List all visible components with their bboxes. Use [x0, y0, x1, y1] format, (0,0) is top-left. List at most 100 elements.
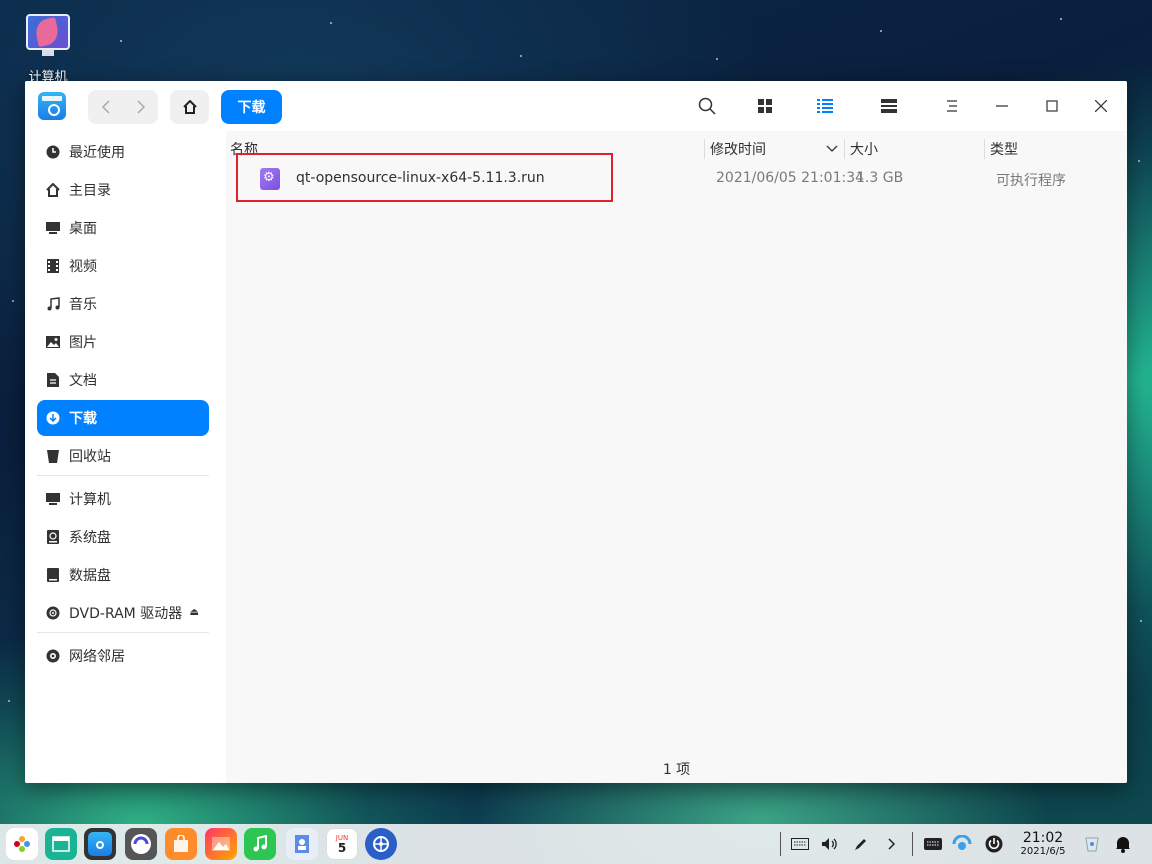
computer-icon [45, 491, 61, 507]
sidebar-item-label: 计算机 [69, 492, 111, 508]
sidebar-item-dvd[interactable]: DVD-RAM 驱动器 ⏏ [37, 595, 209, 631]
icon-view-button[interactable] [753, 94, 777, 118]
column-header-type[interactable]: 类型 [990, 139, 1018, 159]
network-icon [45, 648, 61, 664]
picture-icon [45, 334, 61, 350]
expand-tray-chevron-icon[interactable] [882, 834, 902, 854]
detail-view-icon [881, 99, 897, 113]
search-button[interactable] [695, 94, 719, 118]
sidebar-item-recent[interactable]: 最近使用 [37, 134, 209, 170]
launcher-icon [14, 836, 30, 852]
maximize-button[interactable] [1040, 94, 1064, 118]
breadcrumb-downloads[interactable]: 下载 [221, 90, 282, 124]
clock-date: 2021/6/5 [1020, 846, 1066, 857]
sidebar-item-documents[interactable]: 文档 [37, 362, 209, 398]
file-list-area: 名称 修改时间 大小 类型 qt-opensource-linux-x64-5.… [226, 131, 1127, 783]
browser-button[interactable] [125, 828, 157, 860]
onscreen-keyboard-icon[interactable] [923, 834, 943, 854]
taskbar-clock[interactable]: 21:02 2021/6/5 [1016, 830, 1070, 858]
sidebar-item-downloads[interactable]: 下载 [37, 400, 209, 436]
column-divider [704, 139, 705, 159]
forward-button[interactable] [123, 90, 158, 124]
music-player-button[interactable] [244, 828, 276, 860]
eject-icon[interactable]: ⏏ [190, 607, 199, 618]
sidebar-item-label: DVD-RAM 驱动器 [69, 606, 183, 622]
sidebar-divider [37, 632, 209, 633]
calendar-button[interactable]: JUN 5 [326, 828, 358, 860]
sidebar-item-label: 网络邻居 [69, 649, 125, 665]
sidebar-item-computer[interactable]: 计算机 [37, 481, 209, 517]
menu-button[interactable] [940, 94, 964, 118]
sidebar-item-label: 视频 [69, 259, 97, 275]
sidebar-item-pictures[interactable]: 图片 [37, 324, 209, 360]
launcher-button[interactable] [6, 828, 38, 860]
sort-chevron-down-icon[interactable] [826, 141, 838, 157]
search-icon [698, 97, 716, 115]
status-bar-item-count: 1 项 [662, 762, 691, 778]
list-view-button[interactable] [813, 94, 837, 118]
trash-tray-icon[interactable] [1082, 834, 1102, 854]
keyboard-icon[interactable] [790, 834, 810, 854]
sidebar-divider [37, 475, 209, 476]
sidebar-item-desktop[interactable]: 桌面 [37, 210, 209, 246]
sidebar-item-data-disk[interactable]: 数据盘 [37, 557, 209, 593]
sidebar-item-home[interactable]: 主目录 [37, 172, 209, 208]
column-divider [984, 139, 985, 159]
file-manager-logo-icon [38, 92, 66, 120]
document-icon [45, 372, 61, 388]
pen-icon[interactable] [851, 834, 871, 854]
file-manager-window: 下载 最近使用 主目录 桌面 视频 音乐 图片 文档 下载 回收站 计算机 系统… [25, 81, 1127, 783]
trash-icon [45, 448, 61, 464]
music-icon [45, 296, 61, 312]
taskbar-file-manager-button[interactable] [84, 828, 116, 860]
sidebar-item-music[interactable]: 音乐 [37, 286, 209, 322]
column-header-size[interactable]: 大小 [850, 139, 878, 159]
image-viewer-button[interactable] [205, 828, 237, 860]
titlebar: 下载 [25, 81, 1127, 131]
file-size: 1.3 GB [856, 170, 904, 186]
maximize-icon [1046, 100, 1058, 112]
tray-divider [912, 832, 913, 856]
home-button[interactable] [170, 90, 209, 124]
disk-icon [45, 529, 61, 545]
file-manager-icon [88, 832, 112, 856]
contacts-button[interactable] [286, 828, 318, 860]
close-icon [1095, 100, 1107, 112]
file-type: 可执行程序 [996, 173, 1066, 189]
download-icon [45, 410, 61, 426]
clock-icon [45, 144, 61, 160]
detail-view-button[interactable] [877, 94, 901, 118]
notification-bell-icon[interactable] [1113, 834, 1133, 854]
contacts-icon [295, 835, 309, 853]
network-tray-icon[interactable] [952, 834, 972, 854]
multitask-icon [52, 836, 70, 852]
back-button[interactable] [88, 90, 123, 124]
desktop-computer-icon[interactable]: 计算机 [18, 12, 78, 85]
sidebar-item-label: 文档 [69, 373, 97, 389]
sidebar-item-label: 回收站 [69, 449, 111, 465]
sidebar-item-network[interactable]: 网络邻居 [37, 638, 209, 674]
sidebar-item-videos[interactable]: 视频 [37, 248, 209, 284]
sidebar: 最近使用 主目录 桌面 视频 音乐 图片 文档 下载 回收站 计算机 系统盘 数… [25, 131, 225, 783]
sidebar-item-system-disk[interactable]: 系统盘 [37, 519, 209, 555]
desktop-icon [45, 220, 61, 236]
power-icon[interactable] [984, 834, 1004, 854]
column-divider [844, 139, 845, 159]
sidebar-item-trash[interactable]: 回收站 [37, 438, 209, 474]
sidebar-item-label: 最近使用 [69, 145, 125, 161]
settings-button[interactable] [365, 828, 397, 860]
minimize-button[interactable] [990, 94, 1014, 118]
app-store-icon [174, 835, 188, 852]
calendar-day: 5 [337, 840, 347, 855]
tray-divider [780, 832, 781, 856]
file-modified: 2021/06/05 21:01:34 [716, 170, 865, 186]
home-icon [45, 182, 61, 198]
close-button[interactable] [1089, 94, 1113, 118]
video-icon [45, 258, 61, 274]
volume-icon[interactable] [820, 834, 840, 854]
column-header-modified[interactable]: 修改时间 [710, 139, 766, 159]
app-store-button[interactable] [165, 828, 197, 860]
sidebar-item-label: 音乐 [69, 297, 97, 313]
multitask-view-button[interactable] [45, 828, 77, 860]
navigation-buttons [88, 90, 158, 124]
